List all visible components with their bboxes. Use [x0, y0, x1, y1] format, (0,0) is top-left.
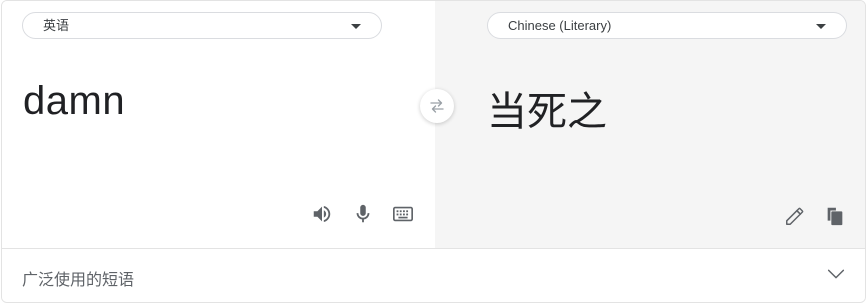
microphone-button[interactable] — [350, 201, 376, 227]
swap-languages-button[interactable] — [420, 89, 454, 123]
source-text[interactable]: damn — [23, 79, 125, 124]
common-phrases-label: 广泛使用的短语 — [22, 270, 135, 289]
target-pane: Chinese (Literary) 当死之 — [435, 1, 865, 248]
copy-button[interactable] — [822, 203, 848, 229]
keyboard-button[interactable] — [390, 201, 416, 227]
source-language-label: 英语 — [43, 18, 70, 33]
chevron-down-icon — [827, 269, 845, 279]
translator-card: 英语 damn Chinese (Literary) 当死之 广泛使用的短语 — [1, 0, 866, 303]
target-language-label: Chinese (Literary) — [508, 18, 612, 33]
edit-translation-button[interactable] — [782, 203, 808, 229]
dropdown-caret-icon — [351, 24, 361, 29]
target-language-select[interactable]: Chinese (Literary) — [487, 12, 847, 39]
translated-text: 当死之 — [487, 89, 607, 135]
copy-icon — [827, 207, 843, 226]
pencil-icon — [786, 207, 804, 225]
dropdown-caret-icon — [816, 24, 826, 29]
speaker-button[interactable] — [309, 201, 335, 227]
speaker-icon — [313, 205, 331, 223]
source-language-select[interactable]: 英语 — [22, 12, 382, 39]
source-pane: 英语 damn — [2, 1, 435, 248]
microphone-icon — [356, 204, 370, 223]
keyboard-icon — [393, 206, 413, 222]
common-phrases-expander[interactable]: 广泛使用的短语 — [2, 248, 865, 302]
swap-arrows-icon — [430, 99, 444, 113]
